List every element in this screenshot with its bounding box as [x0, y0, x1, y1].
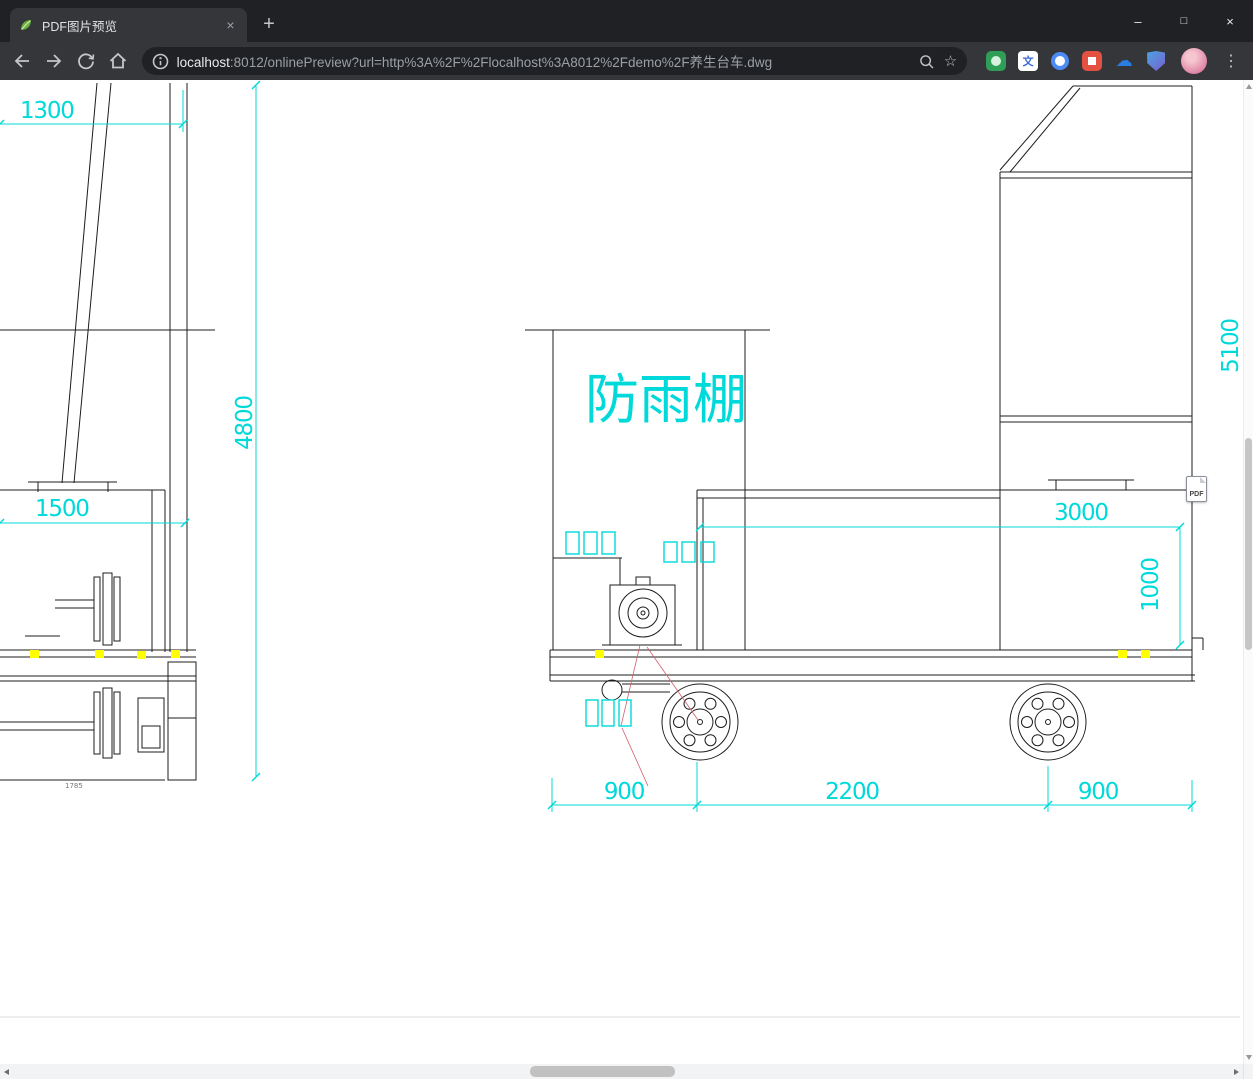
new-tab-button[interactable]: + [255, 10, 283, 38]
browser-window: PDF图片预览 × + – □ × localhost:8012/onlineP… [0, 0, 1253, 1079]
dim-1785: 1785 [65, 782, 83, 790]
forward-button[interactable] [40, 47, 68, 75]
close-button[interactable]: × [1207, 0, 1253, 42]
pdf-icon-label: PDF [1189, 491, 1204, 498]
window-controls: – □ × [1115, 0, 1253, 42]
dim-5100: 5100 [1218, 319, 1243, 373]
horizontal-scrollbar[interactable] [0, 1064, 1243, 1079]
extension-icon-4[interactable] [1081, 50, 1103, 72]
frame-highlight-marks [30, 650, 1150, 659]
extension-icon-1[interactable] [985, 50, 1007, 72]
tab-title: PDF图片预览 [42, 19, 118, 34]
page-content: 1300 1500 4800 5100 3000 1000 900 2200 9… [0, 80, 1253, 1064]
profile-avatar[interactable] [1181, 48, 1208, 74]
url-host: localhost [176, 55, 230, 70]
extension-icon-5[interactable]: ☁ [1113, 50, 1135, 72]
extension-icon-6[interactable] [1145, 50, 1167, 72]
extension-icon-3[interactable] [1049, 50, 1071, 72]
horizontal-scrollbar-thumb[interactable] [530, 1066, 675, 1077]
forward-arrow-icon [46, 54, 62, 68]
dim-1300: 1300 [20, 98, 74, 124]
extension-icon-2[interactable]: 文 [1017, 50, 1039, 72]
spring-leaf-favicon [21, 20, 31, 30]
browser-toolbar: localhost:8012/onlinePreview?url=http%3A… [0, 42, 1253, 80]
back-button[interactable] [8, 47, 36, 75]
vertical-scrollbar-thumb[interactable] [1245, 438, 1252, 650]
reload-icon [77, 53, 95, 70]
pdf-icon[interactable]: PDF [1186, 476, 1207, 502]
scroll-up-arrow-icon[interactable] [1246, 84, 1252, 89]
url-text[interactable]: localhost:8012/onlinePreview?url=http%3A… [177, 51, 909, 71]
dim-900-left: 900 [604, 779, 645, 805]
dim-900-right: 900 [1078, 779, 1119, 805]
center-mark-lines [620, 644, 699, 787]
shelter-label: 防雨棚 [585, 368, 747, 431]
zoom-magnifier-icon[interactable] [917, 52, 936, 71]
shield-icon [1147, 51, 1166, 71]
bookmark-star-icon[interactable]: ☆ [944, 52, 957, 70]
tab-close-icon[interactable]: × [222, 17, 239, 34]
reload-button[interactable] [72, 47, 100, 75]
scroll-down-arrow-icon[interactable] [1246, 1055, 1252, 1060]
drawing-curved-lines [61, 82, 1087, 761]
maximize-button[interactable]: □ [1161, 0, 1207, 42]
site-info-icon[interactable] [152, 53, 169, 70]
home-button[interactable] [104, 47, 132, 75]
address-bar[interactable]: localhost:8012/onlinePreview?url=http%3A… [141, 47, 968, 75]
drawing-structure-lines [0, 83, 1240, 1018]
scroll-left-arrow-icon[interactable] [4, 1069, 9, 1075]
cad-canvas: 1300 1500 4800 5100 3000 1000 900 2200 9… [0, 80, 1243, 1018]
green-extension-icon [986, 51, 1007, 71]
dim-3000: 3000 [1054, 500, 1108, 526]
home-icon [109, 52, 126, 69]
cloud-icon: ☁ [1115, 51, 1133, 70]
back-arrow-icon [14, 54, 29, 68]
cyan-annotation-blocks [565, 531, 715, 727]
dimension-lines [0, 85, 1193, 812]
vertical-scrollbar[interactable] [1243, 80, 1253, 1064]
dim-2200: 2200 [825, 779, 879, 805]
scrollbar-corner [1243, 1064, 1253, 1079]
dim-1500: 1500 [35, 496, 89, 522]
scroll-right-arrow-icon[interactable] [1234, 1069, 1239, 1075]
tab-strip: PDF图片预览 × + – □ × [0, 0, 1253, 42]
translate-icon: 文 [1018, 51, 1039, 71]
extensions-area: 文 ☁ [985, 50, 1167, 72]
minimize-button[interactable]: – [1115, 0, 1161, 42]
dim-4800: 4800 [232, 396, 258, 450]
dim-1000: 1000 [1138, 558, 1164, 612]
tab-pdf-preview[interactable]: PDF图片预览 × [10, 8, 247, 42]
url-path: :8012/onlinePreview?url=http%3A%2F%2Floc… [229, 55, 773, 70]
browser-menu-button[interactable]: ⋮ [1217, 47, 1245, 75]
ring-extension-icon [1051, 52, 1070, 70]
red-extension-icon [1082, 51, 1103, 71]
